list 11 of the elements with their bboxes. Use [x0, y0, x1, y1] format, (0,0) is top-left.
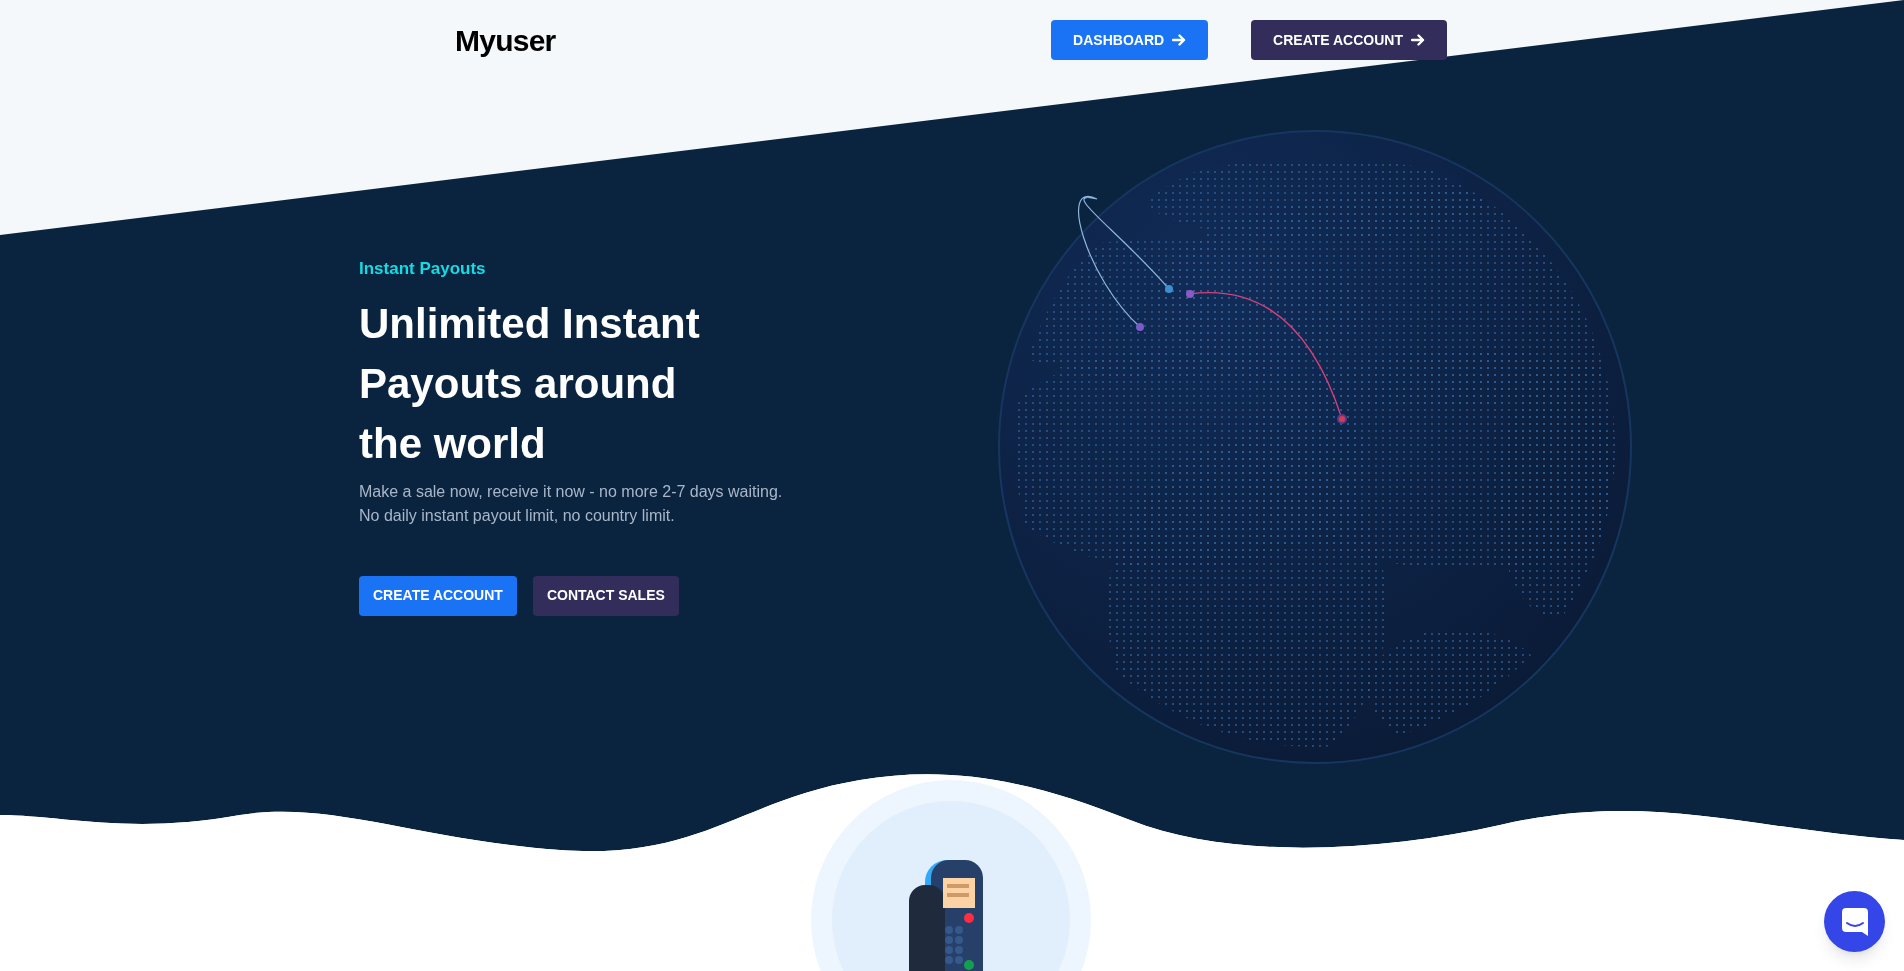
eyebrow-text: Instant Payouts: [359, 258, 486, 280]
arrow-right-icon: [1411, 33, 1425, 47]
chat-icon: [1841, 907, 1868, 936]
hero-heading: Unlimited Instant Payouts around the world: [359, 298, 701, 469]
hero-button[interactable]: CREATE ACCOUNT: [359, 575, 517, 616]
hero-description: Make a sale now, receive it now - no more 2-7 days waiting. No daily instant payout limit, no country limit.: [359, 481, 783, 526]
nav-button[interactable]: DASHBOARD: [1051, 20, 1209, 60]
arrow-right-icon: [1172, 33, 1187, 47]
nav-button[interactable]: CREATE ACCOUNT: [1251, 20, 1447, 60]
logo[interactable]: Myuser: [455, 17, 556, 63]
hero-button[interactable]: CONTACT SALES: [532, 575, 679, 616]
